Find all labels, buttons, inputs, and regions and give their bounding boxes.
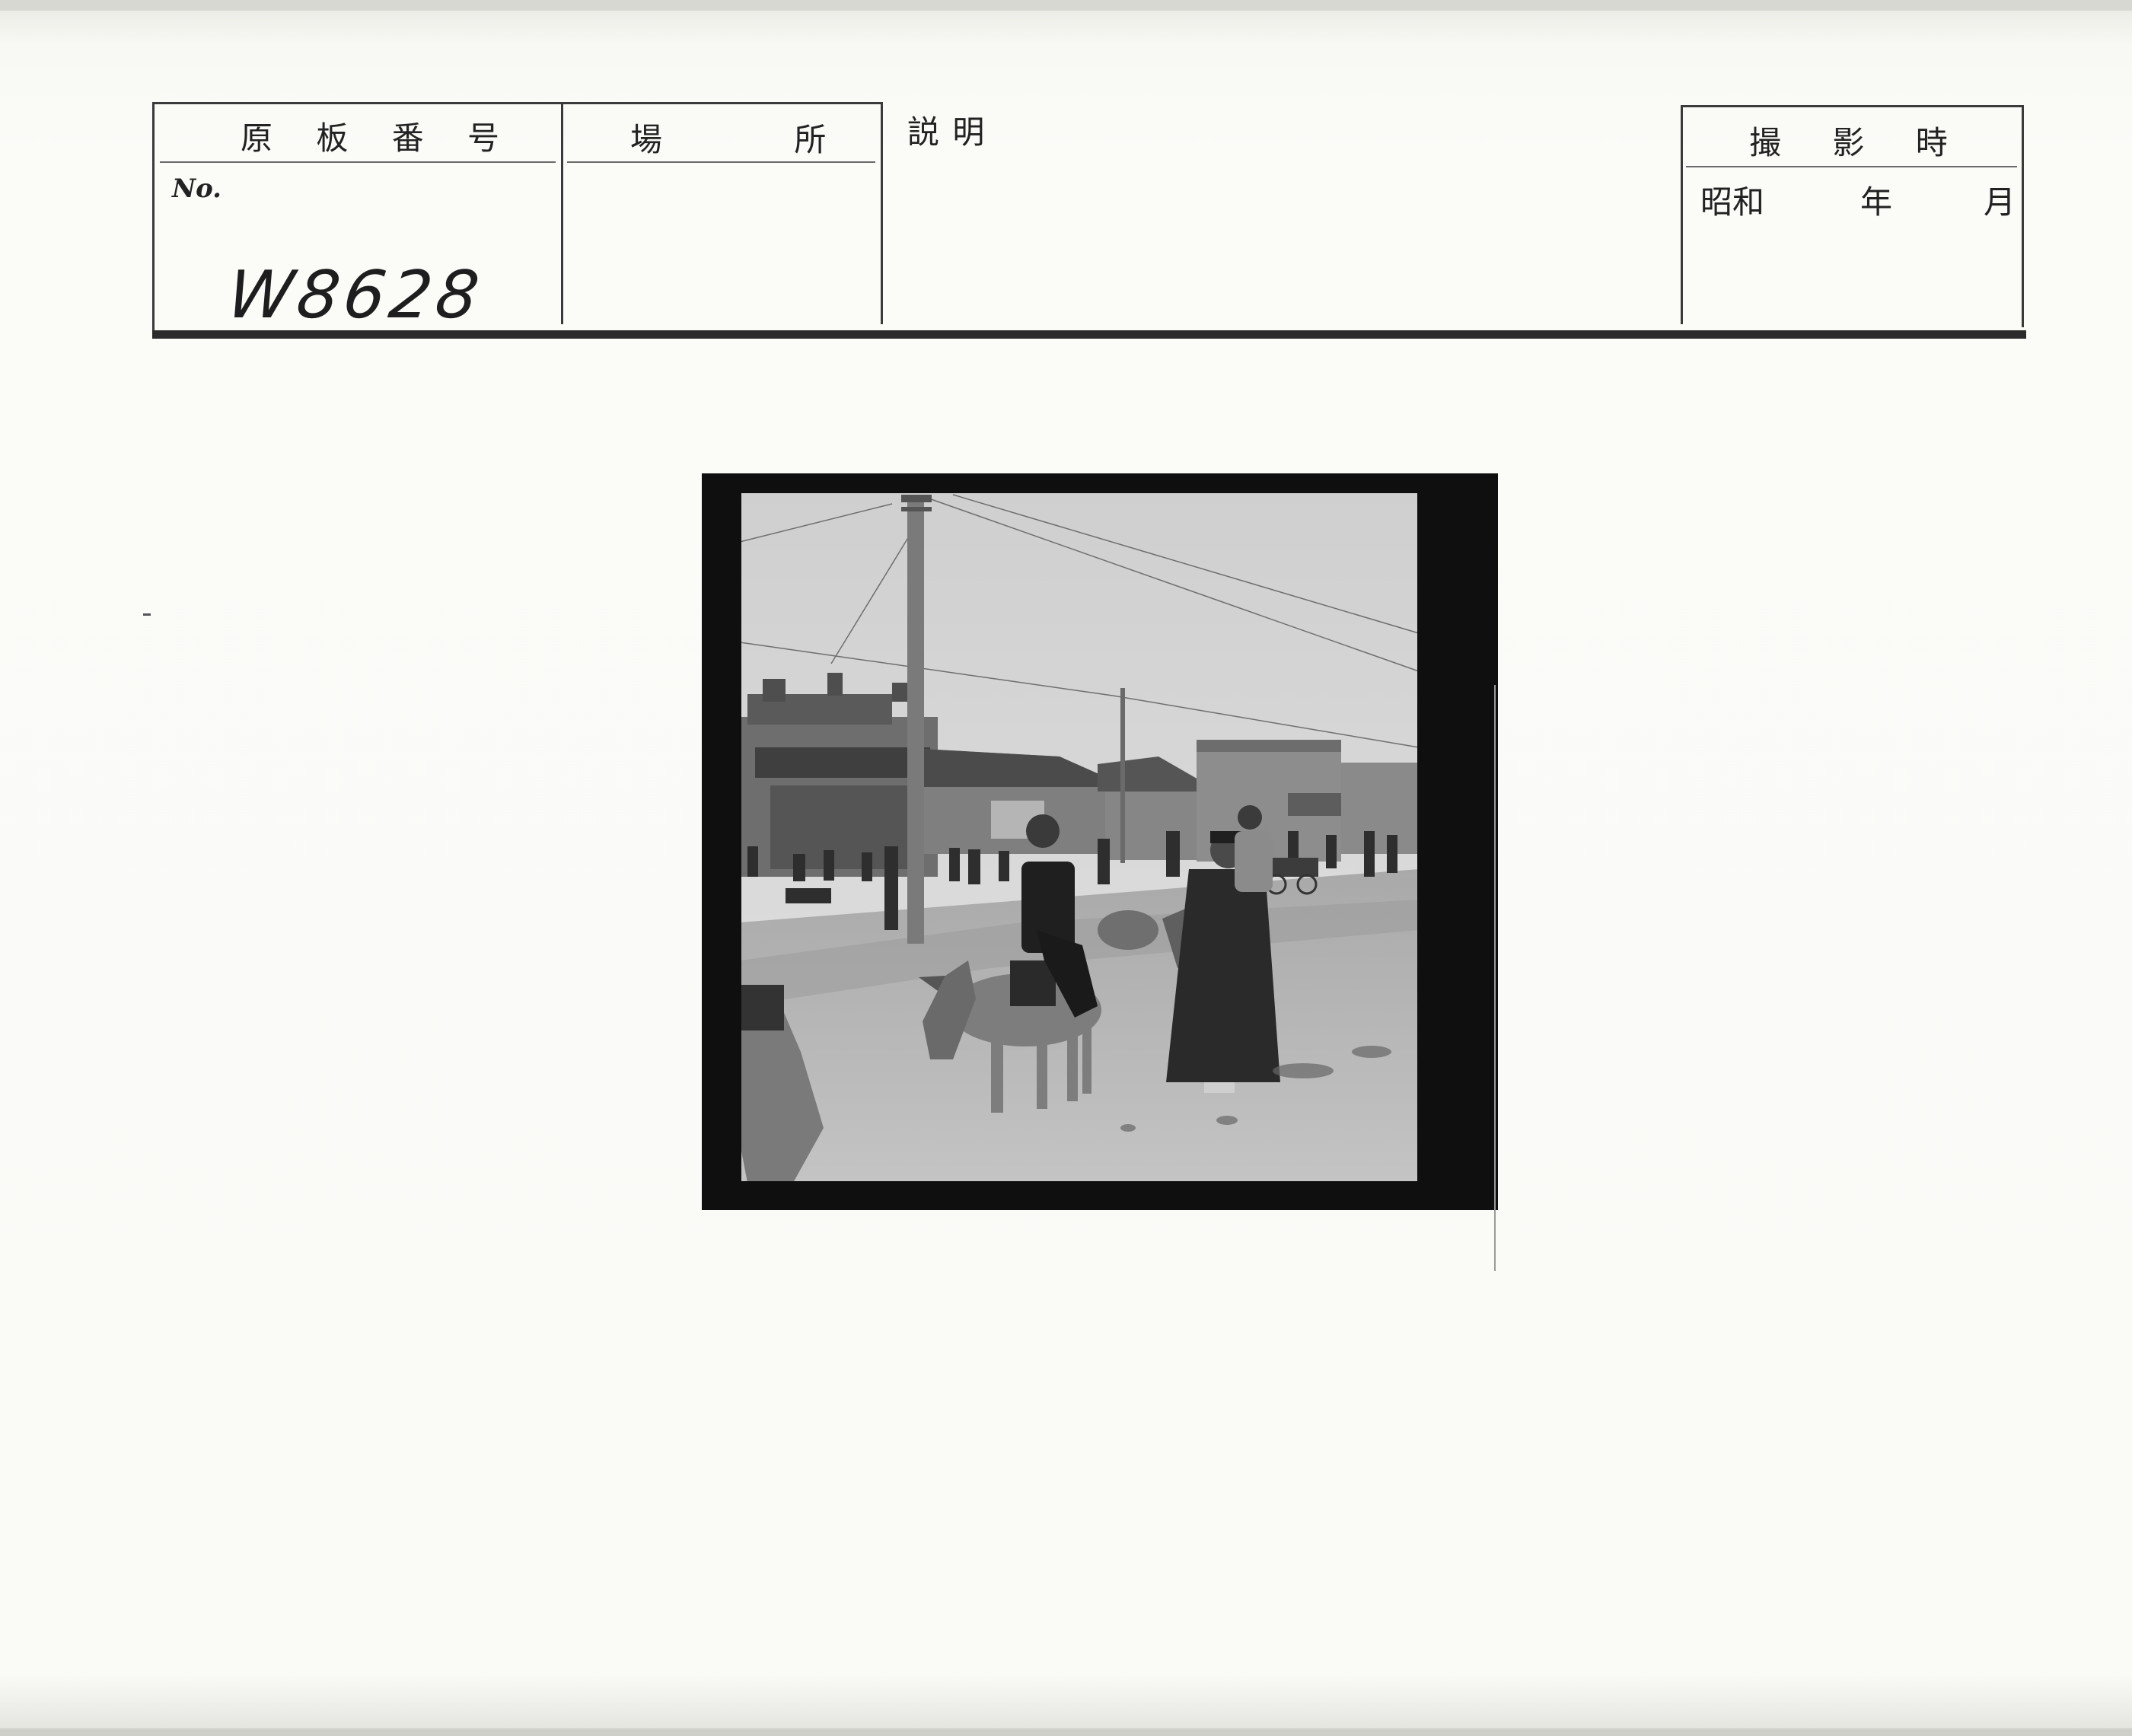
header-divider-2 [881, 102, 883, 324]
description-label: 説 明 [907, 113, 985, 151]
plate-number-handwritten: W8628 [222, 257, 488, 333]
card-top-edge [0, 0, 2132, 11]
era-label: 昭和 [1700, 183, 1765, 221]
header-top-border-left [152, 102, 883, 104]
street-scene-photo [738, 490, 1420, 1184]
card-bottom-edge [0, 1728, 2132, 1736]
mounted-photograph [702, 473, 1498, 1210]
photo-date-label: 撮 影 時 [1749, 124, 1948, 161]
header-subrule-2 [567, 161, 875, 163]
header-subrule-1 [160, 161, 556, 163]
year-label: 年 [1860, 183, 1893, 221]
header-left-border [152, 102, 155, 330]
no-label: No. [172, 174, 221, 204]
header-divider-1 [561, 102, 563, 324]
header-subrule-3 [1686, 166, 2017, 167]
mount-edge-line [1494, 685, 1496, 1271]
header-divider-3 [1681, 105, 1683, 324]
plate-number-label: 原 板 番 号 [241, 119, 517, 157]
catalog-card: 原 板 番 号 場 所 説 明 撮 影 時 No. W8628 昭和 年 月 [0, 0, 2132, 1736]
header-right-border [2022, 105, 2024, 327]
month-label: 月 [1984, 183, 2016, 221]
header-top-border-right [1681, 105, 2023, 107]
ink-speck [143, 613, 151, 616]
location-label: 場 所 [630, 121, 827, 158]
